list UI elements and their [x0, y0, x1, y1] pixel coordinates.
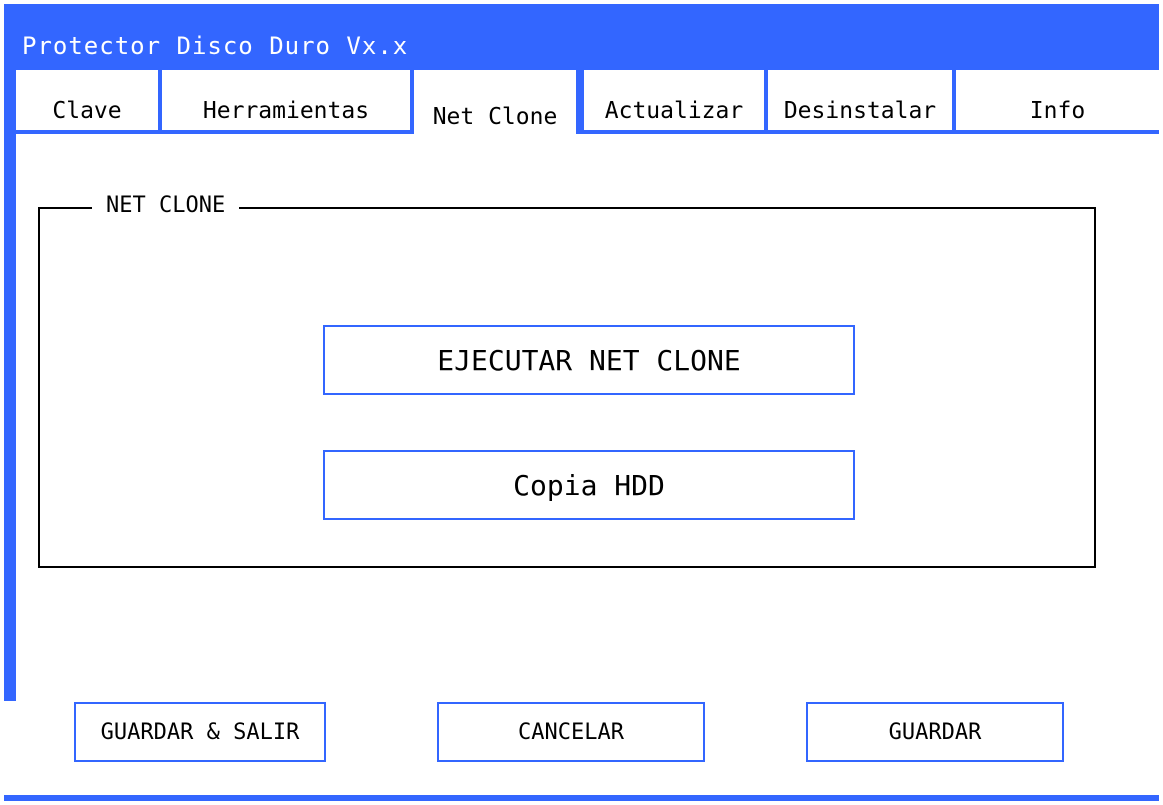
tab-panel-net-clone: NET CLONE EJECUTAR NET CLONE Copia HDD	[16, 134, 1159, 701]
tab-net-clone[interactable]: Net Clone	[414, 70, 576, 136]
tab-actualizar[interactable]: Actualizar	[584, 70, 764, 130]
save-button[interactable]: GUARDAR	[806, 702, 1064, 762]
run-net-clone-button[interactable]: EJECUTAR NET CLONE	[323, 325, 855, 395]
copy-hdd-button[interactable]: Copia HDD	[323, 450, 855, 520]
tab-clave[interactable]: Clave	[16, 70, 158, 130]
tab-desinstalar[interactable]: Desinstalar	[768, 70, 952, 130]
window-title: Protector Disco Duro Vx.x	[22, 32, 409, 60]
title-bar: Protector Disco Duro Vx.x	[4, 4, 1159, 66]
tab-herramientas[interactable]: Herramientas	[162, 70, 410, 130]
tab-info[interactable]: Info	[956, 70, 1159, 130]
footer-bar: GUARDAR & SALIR CANCELAR GUARDAR	[4, 701, 1159, 795]
tab-bar: Clave Herramientas Net Clone Actualizar …	[16, 70, 1159, 136]
app-window: Protector Disco Duro Vx.x Clave Herramie…	[4, 4, 1159, 801]
cancel-button[interactable]: CANCELAR	[437, 702, 705, 762]
group-title: NET CLONE	[92, 195, 240, 217]
save-and-exit-button[interactable]: GUARDAR & SALIR	[74, 702, 326, 762]
